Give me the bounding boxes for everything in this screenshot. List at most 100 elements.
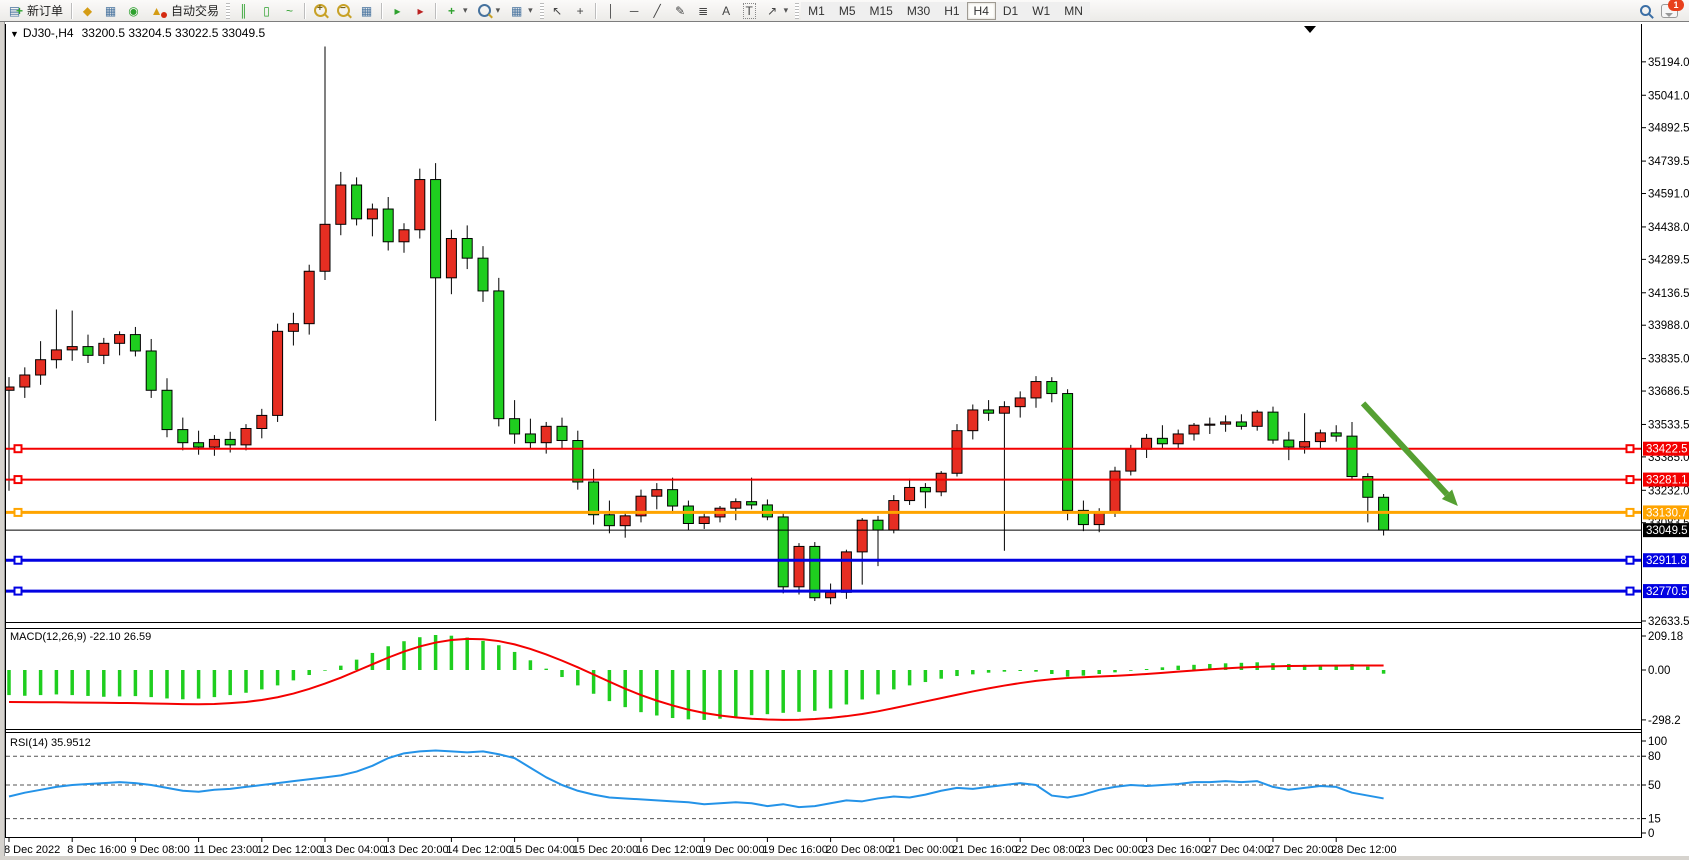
svg-text:34438.0: 34438.0 (1648, 222, 1689, 234)
trendline-icon: ╱ (651, 4, 664, 18)
svg-text:15 Dec 04:00: 15 Dec 04:00 (510, 844, 575, 856)
svg-text:0.00: 0.00 (1648, 665, 1670, 677)
svg-text:33049.5: 33049.5 (1646, 525, 1688, 537)
toolbar-grip (226, 3, 230, 19)
horizontal-line-objects[interactable] (6, 445, 1641, 594)
svg-text:32911.8: 32911.8 (1646, 555, 1687, 567)
toolbar-grip (540, 3, 544, 19)
chat-icon[interactable]: 1 (1661, 4, 1678, 18)
svg-text:80: 80 (1648, 751, 1661, 763)
vertical-line-icon: │ (605, 4, 618, 18)
separator (71, 3, 73, 19)
chart-title: ▼DJ30-,H433200.5 33204.5 33022.5 33049.5 (10, 26, 265, 40)
candlestick-mode-button[interactable]: ▯ (255, 2, 278, 20)
fibonacci-tool-button[interactable]: ≣ (692, 2, 715, 20)
svg-text:19 Dec 16:00: 19 Dec 16:00 (762, 844, 827, 856)
macd-axis: 209.180.00-298.2 (1642, 631, 1683, 727)
chevron-down-icon: ▾ (784, 5, 789, 16)
auto-trading-button[interactable]: ▲ 自动交易 (145, 2, 224, 20)
svg-text:33835.0: 33835.0 (1648, 354, 1689, 366)
mt4-trading-platform: ▤+ 新订单 ◆ ▦ ◉ ▲ 自动交易 ║ ▯ ~ + − ▦ ▸ ▸ +▾ ▾… (0, 0, 1689, 860)
line-handle[interactable] (15, 509, 22, 516)
navigator-icon: ▦ (104, 4, 117, 18)
svg-text:27 Dec 04:00: 27 Dec 04:00 (1205, 844, 1270, 856)
tile-windows-button[interactable]: ▦ (355, 2, 378, 20)
text-tool-button[interactable]: A (715, 2, 738, 20)
svg-text:34739.5: 34739.5 (1648, 156, 1689, 168)
zoom-out-button[interactable]: − (332, 2, 355, 20)
line-chart-mode-button[interactable]: ~ (278, 2, 301, 20)
template-dropdown-button[interactable]: ▦▾ (505, 2, 538, 20)
timeframe-button-m5[interactable]: M5 (832, 2, 863, 20)
separator (435, 3, 437, 19)
line-handle[interactable] (1627, 588, 1634, 595)
timeframe-button-mn[interactable]: MN (1057, 2, 1090, 20)
svg-text:8 Dec 2022: 8 Dec 2022 (4, 844, 60, 856)
market-watch-button[interactable]: ◆ (76, 2, 99, 20)
search-icon[interactable] (1640, 5, 1651, 16)
crosshair-tool-button[interactable]: + (569, 2, 592, 20)
new-order-plus-icon: + (16, 4, 23, 18)
line-handle[interactable] (15, 588, 22, 595)
chart-shift-marker[interactable] (1304, 26, 1316, 33)
channel-tool-button[interactable]: ✎ (669, 2, 692, 20)
strategy-tester-button[interactable]: ▸ (386, 2, 409, 20)
line-handle[interactable] (1627, 509, 1634, 516)
zoom-in-button[interactable]: + (309, 2, 332, 20)
svg-text:34136.5: 34136.5 (1648, 288, 1689, 300)
time-axis[interactable]: 8 Dec 20228 Dec 16:009 Dec 08:0011 Dec 2… (4, 838, 1397, 856)
line-handle[interactable] (15, 557, 22, 564)
rsi-pane[interactable] (6, 750, 1641, 818)
line-handle[interactable] (1627, 557, 1634, 564)
timeframe-toolbar: M1M5M15M30H1H4D1W1MN (801, 2, 1090, 20)
svg-text:28 Dec 12:00: 28 Dec 12:00 (1331, 844, 1396, 856)
alerts-icon: ◉ (127, 4, 140, 18)
new-order-button[interactable]: ▤+ 新订单 (3, 2, 68, 20)
svg-text:22 Dec 08:00: 22 Dec 08:00 (1015, 844, 1080, 856)
svg-text:33422.5: 33422.5 (1646, 444, 1688, 456)
toolbar-grip (795, 3, 799, 19)
horizontal-line-icon: ─ (628, 4, 641, 18)
timeframe-button-w1[interactable]: W1 (1025, 2, 1057, 20)
timeframe-button-h4[interactable]: H4 (967, 2, 996, 20)
timeframe-button-m30[interactable]: M30 (900, 2, 937, 20)
chart-expander-icon[interactable]: ▼ (10, 29, 19, 39)
cursor-tool-button[interactable]: ↖ (546, 2, 569, 20)
chart-symbol-period: DJ30-,H4 (23, 26, 74, 40)
price-axis[interactable]: 35194.035041.034892.534739.534591.034438… (1642, 57, 1689, 628)
svg-text:33281.1: 33281.1 (1646, 475, 1688, 487)
new-order-label: 新订单 (27, 2, 63, 19)
separator (381, 3, 383, 19)
svg-text:-298.2: -298.2 (1648, 715, 1681, 727)
add-indicator-button[interactable]: +▾ (440, 2, 473, 20)
timeframe-button-m1[interactable]: M1 (801, 2, 832, 20)
svg-text:0: 0 (1648, 828, 1654, 840)
navigator-button[interactable]: ▦ (99, 2, 122, 20)
line-handle[interactable] (1627, 476, 1634, 483)
svg-text:19 Dec 00:00: 19 Dec 00:00 (699, 844, 764, 856)
vertical-line-tool-button[interactable]: │ (600, 2, 623, 20)
svg-text:15: 15 (1648, 814, 1661, 826)
bar-chart-mode-button[interactable]: ║ (232, 2, 255, 20)
add-indicator-icon: + (445, 4, 458, 18)
macd-pane[interactable] (9, 635, 1384, 720)
period-dropdown-button[interactable]: ▾ (473, 2, 506, 20)
horizontal-line-tool-button[interactable]: ─ (623, 2, 646, 20)
line-handle[interactable] (15, 445, 22, 452)
trend-arrow-annotation[interactable] (1363, 403, 1458, 506)
timeframe-button-d1[interactable]: D1 (996, 2, 1025, 20)
timeframe-button-m15[interactable]: M15 (863, 2, 900, 20)
chart-canvas[interactable]: 35194.035041.034892.534739.534591.034438… (0, 0, 1689, 860)
crosshair-icon: + (574, 4, 587, 18)
trendline-tool-button[interactable]: ╱ (646, 2, 669, 20)
line-handle[interactable] (15, 476, 22, 483)
alerts-button[interactable]: ◉ (122, 2, 145, 20)
candlestick-series (4, 47, 1389, 605)
timeframe-button-h1[interactable]: H1 (937, 2, 966, 20)
arrows-tool-button[interactable]: ↗▾ (761, 2, 794, 20)
text-label-tool-button[interactable]: T (738, 2, 761, 20)
line-handle[interactable] (1627, 445, 1634, 452)
window-bottom-edge (0, 856, 1689, 860)
chevron-down-icon: ▾ (463, 5, 468, 16)
tester-stop-button[interactable]: ▸ (409, 2, 432, 20)
